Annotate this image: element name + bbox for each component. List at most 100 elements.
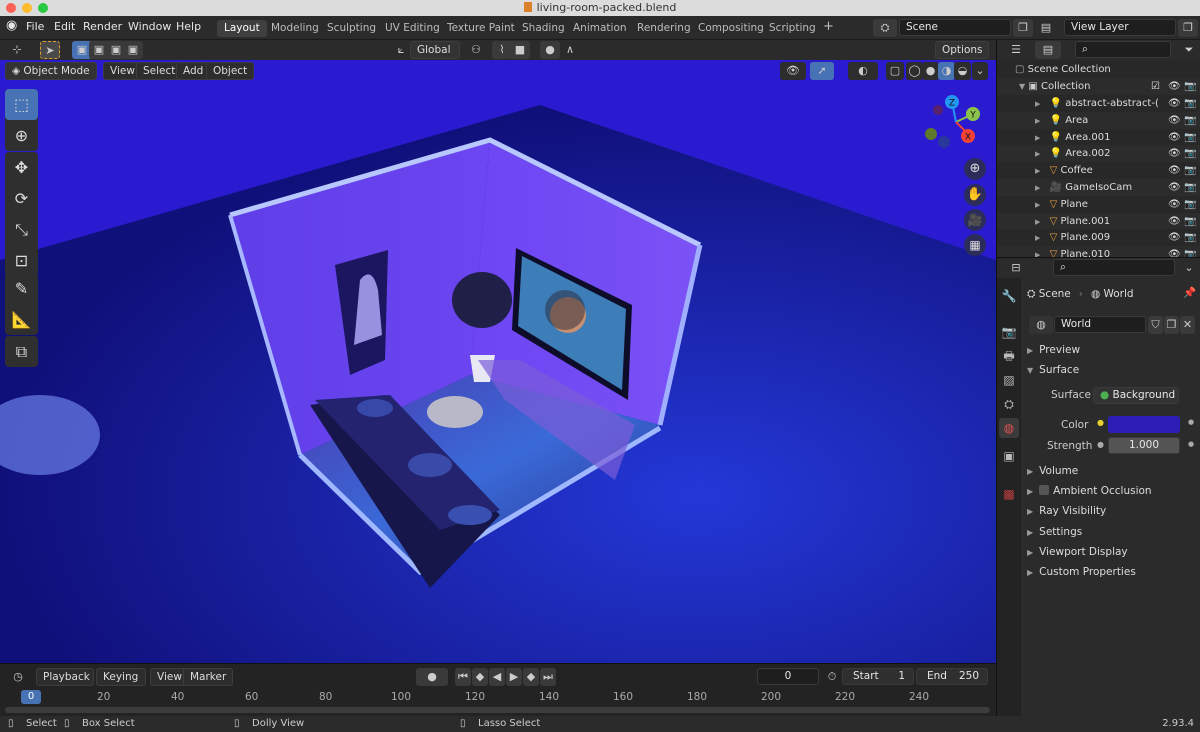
- collection-tab-icon[interactable]: ▣: [999, 446, 1019, 466]
- texture-tab-icon[interactable]: ▩: [999, 484, 1019, 504]
- expand-arrow-icon[interactable]: ▶: [1035, 117, 1040, 125]
- outliner-collection[interactable]: ▼ ▣ Collection ☑ 👁 📷: [997, 78, 1200, 95]
- scene-selector-icon[interactable]: ⛭: [873, 19, 897, 37]
- menu-marker[interactable]: Marker: [183, 668, 234, 686]
- view-layer-icon[interactable]: ▤: [1035, 19, 1057, 37]
- eye-icon[interactable]: 👁: [1168, 112, 1181, 129]
- gizmo-toggle-icon[interactable]: ➚: [810, 62, 834, 80]
- output-tab-icon[interactable]: 🖶: [999, 346, 1019, 366]
- render-camera-icon[interactable]: 📷: [1184, 129, 1196, 146]
- play-reverse-icon[interactable]: ◀: [489, 668, 505, 686]
- new-scene-icon[interactable]: ❐: [1013, 19, 1033, 37]
- pin-icon[interactable]: 📌: [1183, 286, 1196, 299]
- menu-file[interactable]: File: [26, 20, 44, 33]
- outliner-item[interactable]: ▶ 💡 Area.001 👁 📷: [997, 128, 1200, 146]
- transform-orientation-dropdown[interactable]: Global: [410, 41, 460, 59]
- annotate-tool-icon[interactable]: ✎: [5, 273, 38, 304]
- keyframe-dot-icon[interactable]: ●: [1188, 440, 1194, 448]
- outliner-item[interactable]: ▶ ▽ Plane 👁 📷: [997, 195, 1200, 213]
- play-icon[interactable]: ▶: [506, 668, 522, 686]
- scene-field[interactable]: Scene: [899, 19, 1011, 36]
- menu-edit[interactable]: Edit: [54, 20, 75, 33]
- outliner-editor-type-icon[interactable]: ☰: [1003, 41, 1029, 59]
- zoom-view-icon[interactable]: ⊕: [964, 158, 986, 180]
- tab-modeling[interactable]: Modeling: [264, 20, 326, 37]
- view-layer-tab-icon[interactable]: ▨: [999, 370, 1019, 390]
- prev-keyframe-icon[interactable]: ◆: [472, 668, 488, 686]
- outliner-scene-collection[interactable]: ▢ Scene Collection: [997, 61, 1200, 78]
- end-frame-field[interactable]: End 250: [916, 668, 988, 685]
- shading-material-icon[interactable]: ◑: [938, 62, 955, 80]
- properties-search-input[interactable]: ⌕: [1053, 259, 1175, 276]
- outliner-item[interactable]: ▶ 🎥 GameIsoCam 👁 📷: [997, 179, 1200, 196]
- eye-icon[interactable]: 👁: [1168, 145, 1181, 162]
- section-surface[interactable]: ▼ Surface: [1027, 364, 1079, 376]
- tab-rendering[interactable]: Rendering: [630, 20, 698, 37]
- tab-animation[interactable]: Animation: [566, 20, 634, 37]
- expand-arrow-icon[interactable]: ▶: [1035, 234, 1040, 242]
- menu-help[interactable]: Help: [176, 20, 201, 33]
- shading-solid-icon[interactable]: ●: [922, 62, 939, 80]
- overlays-icon[interactable]: ◐: [848, 62, 878, 80]
- strength-field[interactable]: 1.000: [1108, 437, 1180, 454]
- expand-arrow-icon[interactable]: ▶: [1035, 100, 1040, 108]
- exclude-checkbox[interactable]: ☑: [1151, 78, 1160, 95]
- shading-wireframe-icon[interactable]: ◯: [906, 62, 923, 80]
- orientation-icon[interactable]: ⟀: [392, 41, 410, 59]
- duplicate-world-icon[interactable]: ❐: [1164, 316, 1179, 334]
- expand-arrow-icon[interactable]: ▶: [1035, 184, 1040, 192]
- world-browse-icon[interactable]: ◍: [1029, 316, 1053, 334]
- pan-view-icon[interactable]: ✋: [964, 184, 986, 206]
- eye-icon[interactable]: 👁: [1168, 162, 1181, 179]
- object-mode-dropdown[interactable]: ◈ Object Mode: [5, 62, 97, 80]
- section-ray-visibility[interactable]: ▶ Ray Visibility: [1027, 505, 1106, 517]
- world-name-field[interactable]: World: [1054, 316, 1146, 333]
- add-cube-tool-icon[interactable]: ⧉: [5, 336, 38, 367]
- outliner-item[interactable]: ▶ ▽ Plane.009 👁 📷: [997, 229, 1200, 247]
- view-layer-field[interactable]: View Layer: [1064, 19, 1176, 36]
- snap-target-icon[interactable]: ■: [510, 41, 530, 59]
- render-camera-icon[interactable]: 📷: [1184, 162, 1196, 179]
- eye-icon[interactable]: 👁: [1168, 196, 1181, 213]
- filter-icon[interactable]: ⏷: [1181, 41, 1197, 59]
- current-frame-field[interactable]: 0: [757, 668, 819, 685]
- camera-view-icon[interactable]: 🎥: [964, 209, 986, 231]
- shading-options-icon[interactable]: ⌄: [972, 62, 988, 80]
- eye-icon[interactable]: 👁: [1168, 179, 1181, 196]
- start-frame-field[interactable]: Start 1: [842, 668, 914, 685]
- world-color-swatch[interactable]: [1108, 416, 1180, 433]
- render-camera-icon[interactable]: 📷: [1184, 112, 1196, 129]
- tab-layout[interactable]: Layout: [217, 20, 267, 37]
- menu-playback[interactable]: Playback: [36, 668, 94, 686]
- expand-arrow-icon[interactable]: ▶: [1035, 218, 1040, 226]
- timeline-editor-type-icon[interactable]: ◷: [5, 668, 31, 686]
- render-camera-icon[interactable]: 📷: [1184, 145, 1196, 162]
- properties-editor-type-icon[interactable]: ⊟: [1003, 259, 1029, 277]
- section-custom-properties[interactable]: ▶ Custom Properties: [1027, 566, 1136, 578]
- new-view-layer-icon[interactable]: ❐: [1178, 19, 1198, 37]
- render-camera-icon[interactable]: 📷: [1184, 95, 1196, 112]
- ao-checkbox[interactable]: [1039, 485, 1050, 495]
- outliner-item[interactable]: ▶ ▽ Plane.001 👁 📷: [997, 212, 1200, 230]
- editor-type-icon[interactable]: ⊹: [5, 41, 29, 59]
- scale-tool-icon[interactable]: ⤡: [5, 214, 38, 245]
- menu-render[interactable]: Render: [83, 20, 122, 33]
- section-volume[interactable]: ▶ Volume: [1027, 465, 1078, 477]
- proportional-edit-icon[interactable]: ●: [540, 41, 560, 59]
- scene-tab-icon[interactable]: ⛭: [999, 394, 1019, 414]
- expand-arrow-icon[interactable]: ▶: [1035, 167, 1040, 175]
- eye-icon[interactable]: 👁: [1168, 246, 1181, 257]
- outliner-item[interactable]: ▶ 💡 Area 👁 📷: [997, 111, 1200, 129]
- render-camera-icon[interactable]: 📷: [1184, 246, 1196, 257]
- tab-sculpting[interactable]: Sculpting: [320, 20, 383, 37]
- eye-icon[interactable]: 👁: [1168, 229, 1181, 246]
- menu-window[interactable]: Window: [128, 20, 171, 33]
- pivot-point-icon[interactable]: ⚇: [463, 41, 489, 59]
- timeline-ruler[interactable]: 0 20 40 60 80 100 120 140 160 180 200 22…: [0, 689, 996, 707]
- expand-arrow-icon[interactable]: ▶: [1035, 134, 1040, 142]
- xray-icon[interactable]: ▢: [886, 62, 904, 80]
- navigation-gizmo[interactable]: Y X Z: [922, 92, 992, 152]
- jump-end-icon[interactable]: ⏭: [540, 668, 556, 686]
- expand-arrow-icon[interactable]: ▶: [1035, 201, 1040, 209]
- section-ambient-occlusion[interactable]: ▶ Ambient Occlusion: [1027, 485, 1152, 497]
